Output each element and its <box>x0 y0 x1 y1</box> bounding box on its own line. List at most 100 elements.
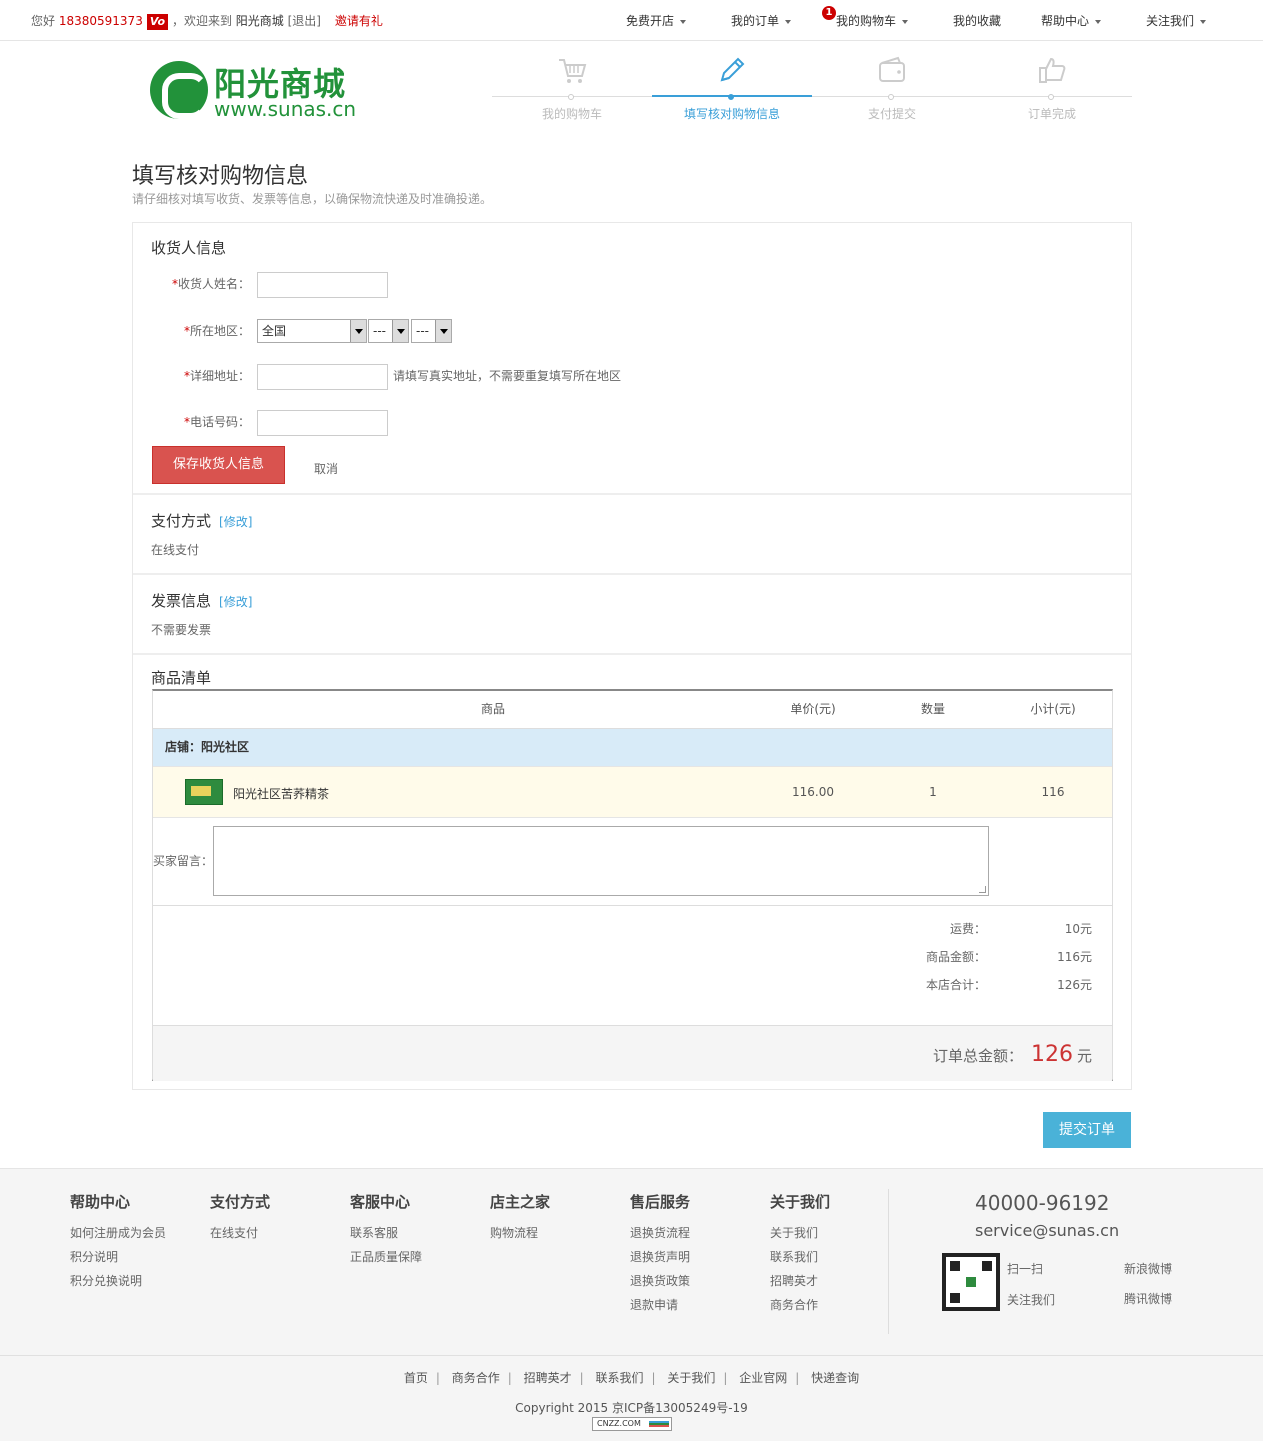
tencent-weibo-link[interactable]: 腾讯微博 <box>1124 1290 1172 1307</box>
footer-link[interactable]: 购物流程 <box>490 1221 550 1245</box>
footer-link[interactable]: 退换货声明 <box>630 1245 690 1269</box>
footer-link[interactable]: 在线支付 <box>210 1221 270 1245</box>
step-label: 填写核对购物信息 <box>683 107 780 121</box>
section-divider <box>133 493 1131 495</box>
footer-column-title: 售后服务 <box>630 1193 691 1211</box>
logo-mark-icon <box>150 61 208 119</box>
wallet-icon <box>879 56 905 82</box>
receiver-name-input[interactable] <box>257 272 388 298</box>
province-select[interactable]: 全国 <box>257 319 367 343</box>
user-phone[interactable]: 18380591373 <box>59 14 143 28</box>
invoice-modify-link[interactable]: [修改] <box>219 595 252 609</box>
column-header-subtotal: 小计(元) <box>1030 702 1076 716</box>
section-divider <box>133 573 1131 575</box>
bottom-link[interactable]: 关于我们 <box>667 1371 715 1385</box>
address-hint: 请填写真实地址，不需要重复填写所在地区 <box>393 369 622 383</box>
footer-link[interactable]: 如何注册成为会员 <box>70 1221 166 1245</box>
product-thumbnail[interactable] <box>185 779 223 805</box>
footer-column-shopowner: 店主之家 购物流程 <box>490 1191 550 1245</box>
nav-follow-us[interactable]: 关注我们 <box>1146 12 1207 29</box>
step-label: 订单完成 <box>1027 107 1076 121</box>
summary-divider <box>153 905 1112 906</box>
buyer-message-textarea[interactable] <box>213 826 989 896</box>
footer-column-title: 店主之家 <box>490 1193 551 1211</box>
nav-my-cart[interactable]: 1 我的购物车 <box>822 6 909 29</box>
order-total: 订单总金额： 126 元 <box>933 1042 1092 1067</box>
footer-link[interactable]: 关于我们 <box>770 1221 830 1245</box>
nav-my-orders[interactable]: 我的订单 <box>731 12 792 29</box>
step-cart: 我的购物车 <box>492 50 652 130</box>
nav-label: 我的购物车 <box>836 14 897 28</box>
order-total-amount: 126 <box>1030 1042 1073 1067</box>
cancel-button[interactable]: 取消 <box>314 460 338 477</box>
bottom-link[interactable]: 商务合作 <box>452 1371 500 1385</box>
phone-input[interactable] <box>257 410 388 436</box>
cart-count-badge: 1 <box>822 6 836 20</box>
footer-link[interactable]: 联系客服 <box>350 1221 422 1245</box>
footer-column-aftersale: 售后服务 退换货流程 退换货声明 退换货政策 退款申请 <box>630 1191 690 1317</box>
summary-label: 本店合计： <box>925 978 986 992</box>
bottom-link[interactable]: 联系我们 <box>595 1371 643 1385</box>
footer-link[interactable]: 退款申请 <box>630 1293 690 1317</box>
nav-help-center[interactable]: 帮助中心 <box>1041 12 1102 29</box>
summary-label: 商品金额： <box>925 950 986 964</box>
payment-heading: 支付方式 [修改] <box>151 512 253 530</box>
summary-label: 运费： <box>949 922 986 936</box>
footer-link[interactable]: 联系我们 <box>770 1245 830 1269</box>
footer-link[interactable]: 退换货政策 <box>630 1269 690 1293</box>
footer-column-title: 支付方式 <box>210 1193 271 1211</box>
service-email[interactable]: service@sunas.cn <box>975 1221 1119 1240</box>
goods-table: 商品 单价(元) 数量 小计(元) 店铺：阳光社区 阳光社区苦荞精茶 116.0… <box>152 689 1113 1081</box>
step-payment: 支付提交 <box>812 50 972 130</box>
footer: 帮助中心 如何注册成为会员 积分说明 积分兑换说明 支付方式 在线支付 客服中心… <box>0 1168 1263 1441</box>
section-divider <box>133 653 1131 655</box>
page-subtitle: 请仔细核对填写收货、发票等信息，以确保物流快递及时准确投递。 <box>132 192 493 206</box>
site-logo[interactable]: 阳光商城 www.sunas.cn <box>150 59 360 121</box>
invite-link[interactable]: 邀请有礼 <box>335 14 383 28</box>
thumbs-up-icon <box>1039 57 1066 83</box>
footer-link[interactable]: 正品质量保障 <box>350 1245 422 1269</box>
step-label: 支付提交 <box>867 107 916 121</box>
footer-link[interactable]: 招聘英才 <box>770 1269 830 1293</box>
chevron-down-icon <box>1095 19 1102 24</box>
product-price: 116.00 <box>792 785 834 799</box>
checkout-panel: 收货人信息 *收货人姓名： *所在地区： 全国 --- --- *详细地址： 请… <box>132 222 1132 1090</box>
nav-free-shop[interactable]: 免费开店 <box>626 12 687 29</box>
submit-order-button[interactable]: 提交订单 <box>1043 1112 1131 1148</box>
bottom-link[interactable]: 首页 <box>404 1371 428 1385</box>
footer-link[interactable]: 退换货流程 <box>630 1221 690 1245</box>
qr-code-icon <box>942 1253 1000 1311</box>
bottom-link[interactable]: 招聘英才 <box>524 1371 572 1385</box>
column-header-price: 单价(元) <box>790 702 836 716</box>
order-total-unit: 元 <box>1076 1047 1092 1065</box>
bottom-link[interactable]: 企业官网 <box>739 1371 787 1385</box>
payment-value: 在线支付 <box>151 543 200 557</box>
save-receiver-button[interactable]: 保存收货人信息 <box>152 446 285 484</box>
product-name[interactable]: 阳光社区苦荞精茶 <box>233 785 329 802</box>
bottom-link[interactable]: 快递查询 <box>811 1371 859 1385</box>
nav-label: 我的订单 <box>731 14 780 28</box>
dropdown-arrow-icon <box>392 320 408 342</box>
site-name-link[interactable]: 阳光商城 <box>236 14 284 28</box>
nav-my-favorites[interactable]: 我的收藏 <box>953 12 1001 29</box>
cnzz-badge[interactable]: CNZZ.COM <box>592 1417 672 1431</box>
footer-link[interactable]: 积分兑换说明 <box>70 1269 166 1293</box>
region-label: *所在地区： <box>183 324 250 338</box>
order-total-bar: 订单总金额： 126 元 <box>153 1025 1112 1081</box>
receiver-name-label: *收货人姓名： <box>171 277 250 291</box>
sina-weibo-link[interactable]: 新浪微博 <box>1124 1260 1172 1277</box>
order-total-label: 订单总金额： <box>932 1047 1023 1065</box>
city-select[interactable]: --- <box>368 319 409 343</box>
footer-column-title: 客服中心 <box>350 1193 411 1211</box>
address-input[interactable] <box>257 364 388 390</box>
scan-label: 扫一扫 <box>1007 1262 1044 1276</box>
footer-bottom-links: 首页 | 商务合作 | 招聘英才 | 联系我们 | 关于我们 | 企业官网 | 快递查询 <box>403 1371 860 1385</box>
footer-column-title: 帮助中心 <box>70 1193 131 1211</box>
district-select[interactable]: --- <box>411 319 452 343</box>
footer-link[interactable]: 商务合作 <box>770 1293 830 1317</box>
follow-label: 关注我们 <box>1007 1293 1056 1307</box>
payment-modify-link[interactable]: [修改] <box>219 515 252 529</box>
logout-link[interactable]: [退出] <box>288 14 321 28</box>
footer-link[interactable]: 积分说明 <box>70 1245 166 1269</box>
welcome-text: ，欢迎来到 <box>171 14 232 28</box>
